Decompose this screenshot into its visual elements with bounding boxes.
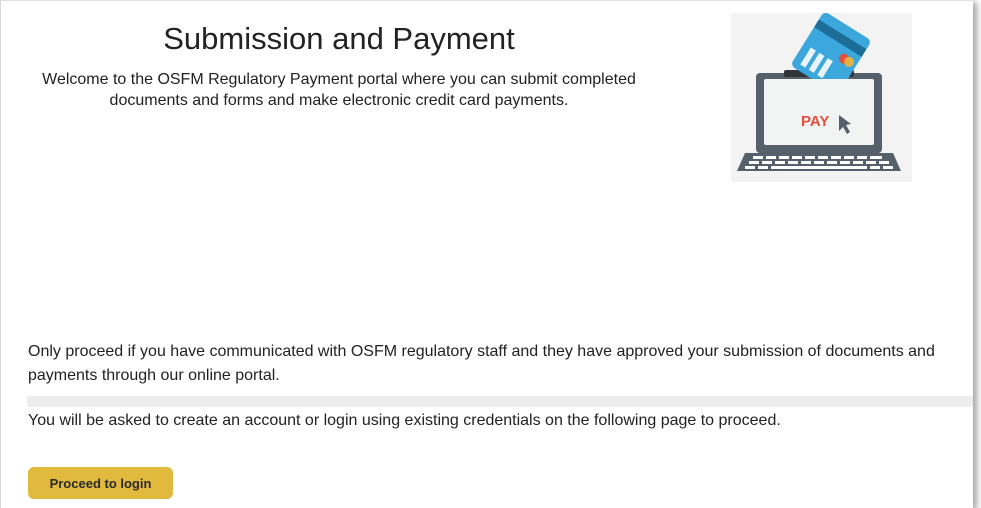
proceed-to-login-button[interactable]: Proceed to login <box>28 467 173 499</box>
payment-hero-image: PAY <box>731 13 912 182</box>
pay-label: PAY <box>801 113 829 130</box>
account-info-text: You will be asked to create an account o… <box>28 412 781 429</box>
divider <box>27 396 973 407</box>
page-title: Submission and Payment <box>163 21 515 56</box>
approval-notice: Only proceed if you have communicated wi… <box>28 343 935 384</box>
keyboard-keys <box>745 156 893 169</box>
laptop-pay-icon: PAY <box>737 13 901 171</box>
intro-text: Welcome to the OSFM Regulatory Payment p… <box>42 71 636 109</box>
content-panel: Submission and Payment Welcome to the OS… <box>0 0 973 508</box>
